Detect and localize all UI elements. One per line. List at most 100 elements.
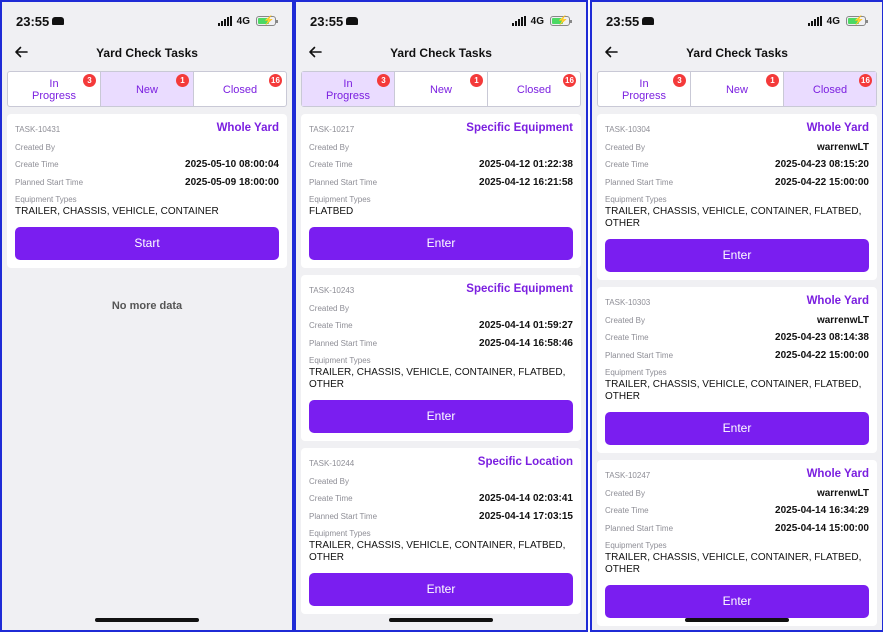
page-title: Yard Check Tasks [96, 46, 198, 60]
task-id: TASK-10304 [605, 125, 651, 134]
create-time-label: Create Time [605, 333, 649, 342]
planned-start-time-value: 2025-04-14 16:58:46 [479, 337, 573, 349]
create-time-label: Create Time [309, 160, 353, 169]
task-scope: Specific Location [477, 456, 573, 468]
create-time-value: 2025-04-23 08:14:38 [775, 332, 869, 343]
nav-header: Yard Check Tasks [592, 42, 882, 66]
screens-container: 23:55 4G ⚡ Yard Check Tasks In Progress 3 New 1… [0, 0, 883, 632]
tab-bar: In Progress 3 New 1 Closed 16 [301, 71, 581, 107]
count-badge: 3 [377, 74, 390, 87]
tab-label: In Progress [621, 78, 667, 102]
tab-closed[interactable]: Closed 16 [194, 72, 286, 106]
create-time-label: Create Time [605, 506, 649, 515]
status-bar: 23:55 4G ⚡ [592, 14, 882, 32]
create-time-value: 2025-05-10 08:00:04 [185, 159, 279, 170]
page-title: Yard Check Tasks [390, 46, 492, 60]
task-id: TASK-10244 [309, 459, 355, 468]
created-by-row: Created By [309, 140, 573, 158]
task-list: TASK-10431 Whole Yard Created By Create Tim… [7, 114, 287, 312]
equipment-types-label: Equipment Types [605, 195, 667, 204]
home-indicator[interactable] [685, 618, 789, 622]
tab-new[interactable]: New 1 [395, 72, 488, 106]
task-list: TASK-10304 Whole Yard Created By warrenwLT C… [597, 114, 877, 630]
tab-in-progress[interactable]: In Progress 3 [8, 72, 101, 106]
created-by-label: Created By [605, 142, 646, 152]
network-label: 4G [530, 16, 544, 27]
equipment-types-value: TRAILER, CHASSIS, VEHICLE, CONTAINER, FL… [605, 552, 862, 575]
create-time-row: Create Time 2025-05-10 08:00:04 [15, 157, 279, 175]
network-label: 4G [236, 16, 250, 27]
planned-start-time-row: Planned Start Time 2025-04-14 17:03:15 [309, 509, 573, 527]
planned-start-time-label: Planned Start Time [15, 177, 84, 187]
equipment-types-label: Equipment Types [309, 356, 371, 365]
enter-button[interactable]: Enter [605, 412, 869, 445]
planned-start-time-label: Planned Start Time [309, 511, 378, 521]
tab-closed[interactable]: Closed 16 [488, 72, 580, 106]
nav-header: Yard Check Tasks [296, 42, 586, 66]
task-card: TASK-10431 Whole Yard Created By Create Tim… [7, 114, 287, 268]
planned-start-time-row: Planned Start Time 2025-04-22 15:00:00 [605, 175, 869, 193]
task-header-row: TASK-10431 Whole Yard [15, 122, 279, 140]
home-indicator[interactable] [95, 618, 199, 622]
tab-bar: In Progress 3 New 1 Closed 16 [7, 71, 287, 107]
created-by-label: Created By [309, 476, 350, 486]
task-scope: Whole Yard [216, 122, 279, 134]
planned-start-time-value: 2025-04-14 15:00:00 [775, 522, 869, 534]
task-id: TASK-10303 [605, 298, 651, 307]
battery-icon: ⚡ [846, 15, 868, 26]
planned-start-time-label: Planned Start Time [605, 350, 674, 360]
created-by-row: Created By [309, 474, 573, 492]
task-header-row: TASK-10243 Specific Equipment [309, 283, 573, 301]
enter-button[interactable]: Enter [605, 585, 869, 618]
task-scope: Whole Yard [806, 295, 869, 307]
create-time-label: Create Time [15, 160, 59, 169]
planned-start-time-value: 2025-04-14 17:03:15 [479, 510, 573, 522]
battery-icon: ⚡ [550, 15, 572, 26]
count-badge: 1 [470, 74, 483, 87]
created-by-value: warrenwLT [816, 314, 869, 326]
car-icon [642, 17, 654, 25]
create-time-label: Create Time [309, 321, 353, 330]
equipment-types-label: Equipment Types [605, 541, 667, 550]
tab-label: New [429, 84, 452, 96]
equipment-types-value: TRAILER, CHASSIS, VEHICLE, CONTAINER, FL… [309, 540, 566, 563]
created-by-label: Created By [309, 142, 350, 152]
tab-closed[interactable]: Closed 16 [784, 72, 876, 106]
planned-start-time-value: 2025-04-22 15:00:00 [775, 176, 869, 188]
enter-button[interactable]: Enter [309, 400, 573, 433]
task-card: TASK-10303 Whole Yard Created By warrenwLT C… [597, 287, 877, 453]
created-by-label: Created By [309, 303, 350, 313]
count-badge: 16 [269, 74, 282, 87]
tab-in-progress[interactable]: In Progress 3 [302, 72, 395, 106]
created-by-label: Created By [605, 488, 646, 498]
create-time-label: Create Time [309, 494, 353, 503]
tab-new[interactable]: New 1 [101, 72, 194, 106]
enter-button[interactable]: Enter [605, 239, 869, 272]
planned-start-time-label: Planned Start Time [605, 523, 674, 533]
tab-new[interactable]: New 1 [691, 72, 784, 106]
equipment-types-value: TRAILER, CHASSIS, VEHICLE, CONTAINER [15, 206, 219, 217]
tab-in-progress[interactable]: In Progress 3 [598, 72, 691, 106]
home-indicator[interactable] [389, 618, 493, 622]
planned-start-time-row: Planned Start Time 2025-04-14 16:58:46 [309, 336, 573, 354]
no-more-data-text: No more data [111, 300, 183, 312]
task-scope: Whole Yard [806, 122, 869, 134]
planned-start-time-label: Planned Start Time [605, 177, 674, 187]
task-header-row: TASK-10304 Whole Yard [605, 122, 869, 140]
equipment-types-value: TRAILER, CHASSIS, VEHICLE, CONTAINER, FL… [309, 367, 566, 390]
created-by-value: warrenwLT [816, 141, 869, 153]
car-icon [52, 17, 64, 25]
create-time-row: Create Time 2025-04-23 08:14:38 [605, 330, 869, 348]
equipment-types-value: TRAILER, CHASSIS, VEHICLE, CONTAINER, FL… [605, 379, 862, 402]
status-time: 23:55 [606, 14, 640, 29]
phone-screen: 23:55 4G ⚡ Yard Check Tasks In Progress 3 New 1… [294, 0, 588, 632]
enter-button[interactable]: Enter [309, 573, 573, 606]
created-by-row: Created By warrenwLT [605, 140, 869, 158]
enter-button[interactable]: Enter [309, 227, 573, 260]
start-button[interactable]: Start [15, 227, 279, 260]
task-card: TASK-10304 Whole Yard Created By warrenwLT C… [597, 114, 877, 280]
task-id: TASK-10431 [15, 125, 61, 134]
task-id: TASK-10217 [309, 125, 355, 134]
create-time-value: 2025-04-14 02:03:41 [479, 493, 573, 504]
status-time: 23:55 [310, 14, 344, 29]
